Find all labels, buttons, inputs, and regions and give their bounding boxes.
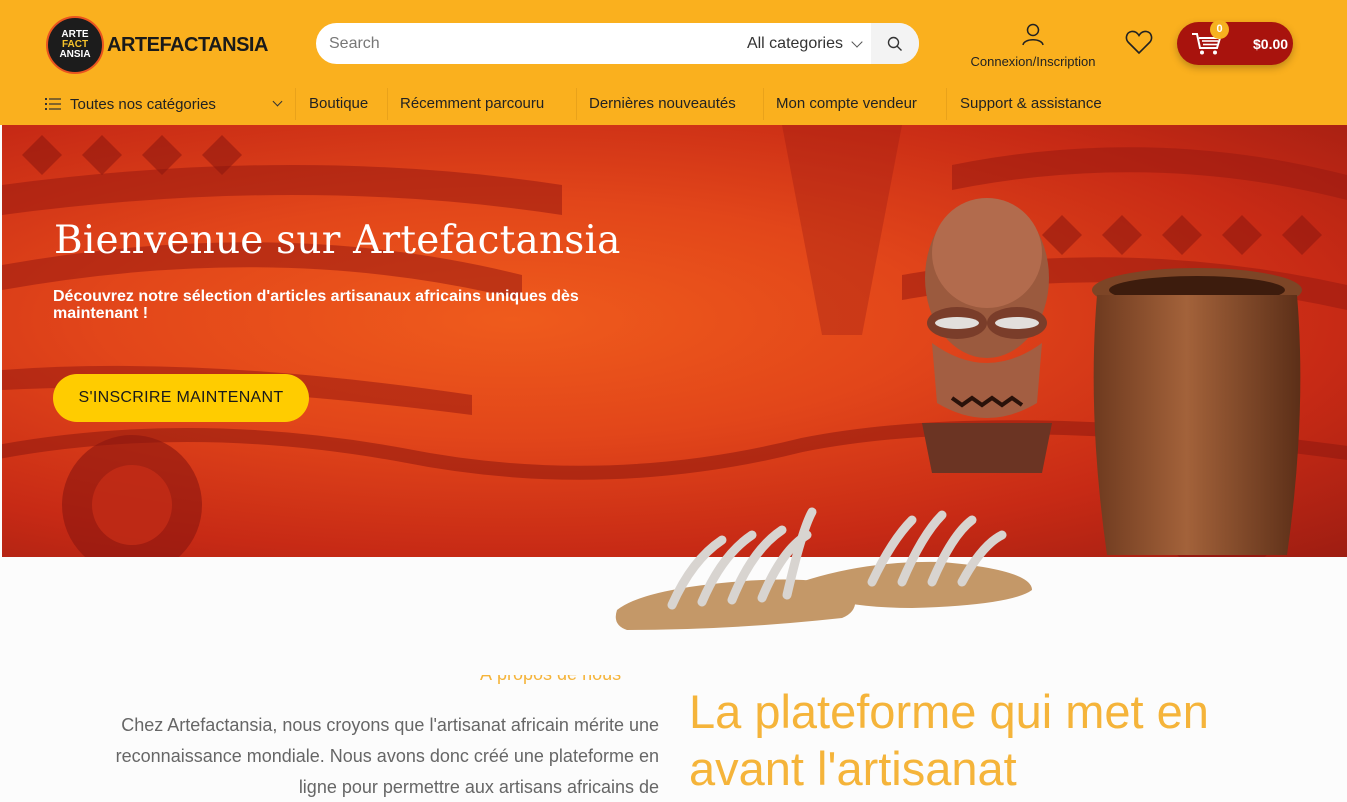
hero-subtitle: Découvrez notre sélection d'articles art… [53, 288, 579, 322]
african-mask-image [922, 198, 1052, 473]
all-categories-label: Toutes nos catégories [70, 95, 216, 113]
heart-icon [1125, 30, 1153, 55]
cart-total: $0.00 [1253, 35, 1289, 52]
nav-item-vendor-account[interactable]: Mon compte vendeur [776, 84, 917, 124]
nav-item-support[interactable]: Support & assistance [960, 84, 1102, 124]
user-icon [1022, 23, 1044, 46]
chevron-down-icon [272, 96, 283, 107]
clay-pot-image [1092, 268, 1302, 555]
nav-divider [763, 88, 764, 120]
nav-item-boutique[interactable]: Boutique [309, 84, 368, 124]
signup-now-button[interactable]: S'INSCRIRE MAINTENANT [53, 374, 309, 422]
account-link[interactable]: Connexion/Inscription [958, 22, 1108, 69]
brand-name: ARTEFACTANSIA [107, 33, 268, 56]
about-kicker: À propos de nous [480, 664, 622, 684]
cart-button[interactable]: 0 $0.00 [1177, 20, 1293, 65]
site-logo[interactable]: ARTE FACT ANSIA ARTEFACTANSIA [46, 16, 268, 74]
nav-item-recently-viewed[interactable]: Récemment parcouru [400, 84, 544, 124]
account-label: Connexion/Inscription [970, 54, 1096, 69]
hero-title: Bienvenue sur Artefactansia [54, 218, 621, 263]
list-icon [45, 98, 61, 110]
sandals-image [615, 507, 1032, 630]
cart-count-badge: 0 [1210, 20, 1229, 39]
nav-divider [295, 88, 296, 120]
wishlist-button[interactable] [1125, 29, 1153, 60]
logo-line-3: ANSIA [59, 49, 91, 60]
search-bar: All categories [316, 23, 919, 64]
nav-divider [946, 88, 947, 120]
nav-divider [576, 88, 577, 120]
about-title: La plateforme qui met en avant l'artisan… [689, 685, 1209, 795]
logo-badge: ARTE FACT ANSIA [46, 16, 104, 74]
search-button[interactable] [871, 23, 919, 64]
about-text: Chez Artefactansia, nous croyons que l'a… [115, 715, 659, 797]
site-header: ARTE FACT ANSIA ARTEFACTANSIA All catego… [0, 0, 1347, 125]
category-select[interactable]: All categories [747, 23, 871, 64]
nav-item-new-arrivals[interactable]: Dernières nouveautés [589, 84, 736, 124]
search-icon [887, 36, 902, 51]
search-input[interactable] [316, 23, 747, 64]
chevron-down-icon [851, 35, 863, 48]
all-categories-menu[interactable]: Toutes nos catégories [45, 84, 295, 124]
category-select-label: All categories [746, 34, 843, 52]
nav-divider [387, 88, 388, 120]
